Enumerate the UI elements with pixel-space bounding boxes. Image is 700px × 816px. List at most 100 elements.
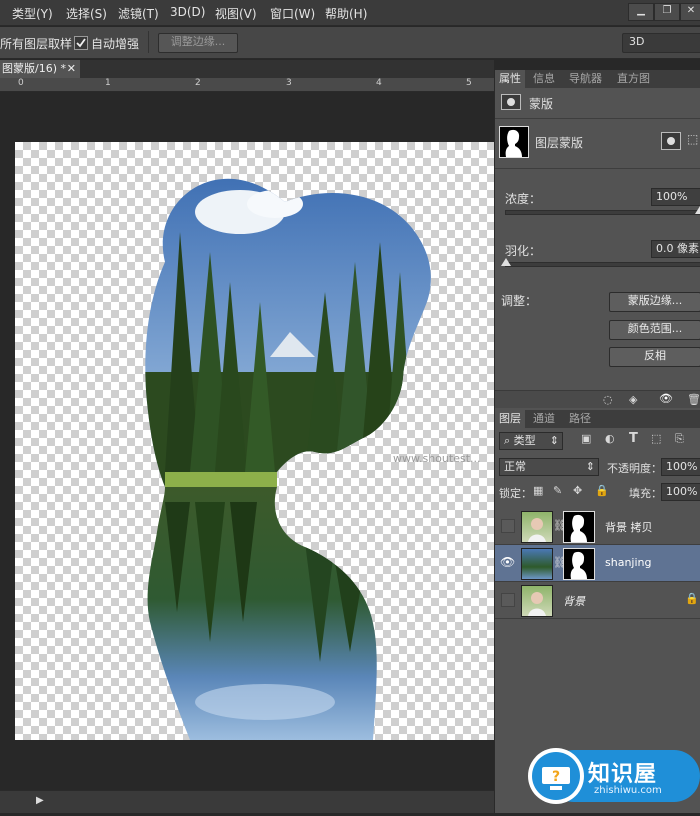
toggle-mask-icon[interactable]: 👁 xyxy=(659,392,673,405)
menu-type[interactable]: 类型(Y) xyxy=(12,5,53,22)
mask-edge-button[interactable]: 蒙版边缘... xyxy=(609,292,700,312)
tab-channels[interactable]: 通道 xyxy=(529,410,559,428)
menu-filter[interactable]: 滤镜(T) xyxy=(118,5,159,22)
tab-navigator[interactable]: 导航器 xyxy=(565,70,606,88)
sample-all-layers-label[interactable]: 所有图层取样 xyxy=(0,35,72,52)
blend-mode-select[interactable]: 正常 ⇕ xyxy=(499,458,599,476)
filter-pixel-icon[interactable]: ▣ xyxy=(581,432,591,445)
filter-type-icon[interactable]: T xyxy=(629,431,638,446)
eye-icon[interactable]: 👁 xyxy=(500,555,515,569)
layer-row[interactable]: ⛓ 背景 拷贝 xyxy=(495,508,700,545)
close-tab-icon[interactable]: ✕ xyxy=(67,60,76,78)
feather-label: 羽化： xyxy=(505,244,542,258)
layer-mask-thumbnail[interactable] xyxy=(563,548,595,580)
menu-3d[interactable]: 3D(D) xyxy=(170,5,205,19)
feather-input[interactable]: 0.0 像素 xyxy=(651,240,700,258)
lock-transparent-icon[interactable]: ▦ xyxy=(533,484,543,497)
ruler-tick: 3 xyxy=(286,78,292,88)
canvas-area[interactable]: www.shoutest... xyxy=(0,93,495,793)
properties-header: 蒙版 xyxy=(529,97,554,111)
auto-enhance-checkbox[interactable] xyxy=(74,36,88,50)
document-tab-bar: 图蒙版/16) * ✕ xyxy=(0,60,494,78)
opacity-input[interactable]: 100% xyxy=(661,458,700,476)
tab-info[interactable]: 信息 xyxy=(529,70,559,88)
delete-mask-icon[interactable]: 🗑 xyxy=(687,393,700,406)
menu-select[interactable]: 选择(S) xyxy=(66,5,107,22)
chevron-down-icon: ⇕ xyxy=(585,460,595,473)
svg-text:?: ? xyxy=(552,769,560,785)
ruler-tick: 2 xyxy=(195,78,201,88)
opacity-label: 不透明度： xyxy=(607,462,662,475)
silhouette-icon xyxy=(505,129,522,157)
filter-shape-icon[interactable]: ⬚ xyxy=(651,432,661,445)
density-slider[interactable] xyxy=(505,210,700,215)
select-pixel-mask-button[interactable] xyxy=(661,132,681,150)
layer-mask-thumbnail[interactable] xyxy=(563,511,595,543)
separator xyxy=(148,31,149,53)
tab-layers[interactable]: 图层 xyxy=(495,410,525,428)
canvas-watermark: www.shoutest... xyxy=(393,452,481,465)
divider xyxy=(495,118,700,119)
visibility-toggle[interactable] xyxy=(501,593,515,607)
density-slider-handle[interactable] xyxy=(695,206,700,214)
layer-thumbnail xyxy=(521,511,553,543)
portrait-icon xyxy=(528,592,546,616)
filter-smart-object-icon[interactable]: ⎘ xyxy=(675,432,684,446)
color-range-button[interactable]: 颜色范围... xyxy=(609,320,700,340)
fill-input[interactable]: 100% xyxy=(661,483,700,501)
properties-footer: ◌ ◈ 👁 🗑 xyxy=(495,390,700,408)
layer-row[interactable]: 👁 ⛓ shanjing xyxy=(495,545,700,582)
filter-adjustment-icon[interactable]: ◐ xyxy=(605,432,615,445)
layers-tab-bar: 图层 通道 路径 xyxy=(495,410,700,428)
lock-move-icon[interactable]: ✥ xyxy=(573,484,582,497)
invert-button[interactable]: 反相 xyxy=(609,347,700,367)
workspace-select[interactable]: 3D xyxy=(622,33,700,53)
close-button[interactable]: ✕ xyxy=(680,3,700,21)
lock-all-icon[interactable]: 🔒 xyxy=(595,484,609,497)
document-canvas[interactable]: www.shoutest... xyxy=(15,142,495,740)
document-tab-title: 图蒙版/16) * xyxy=(2,62,66,75)
document-tab[interactable]: 图蒙版/16) * ✕ xyxy=(0,60,80,78)
minimize-button[interactable]: ▁ xyxy=(628,3,654,21)
tab-properties[interactable]: 属性 xyxy=(495,70,525,88)
menu-help[interactable]: 帮助(H) xyxy=(325,5,367,22)
menu-view[interactable]: 视图(V) xyxy=(215,5,257,22)
layer-row[interactable]: 背景 🔒 xyxy=(495,582,700,619)
silhouette-icon xyxy=(570,551,587,579)
feather-slider-handle[interactable] xyxy=(501,258,511,266)
density-label: 浓度： xyxy=(505,192,542,206)
layer-filter-select[interactable]: ⌕ 类型 ⇕ xyxy=(499,432,563,450)
badge-title: 知识屋 xyxy=(588,762,658,787)
load-selection-icon[interactable]: ◌ xyxy=(603,393,613,406)
apply-mask-icon[interactable]: ◈ xyxy=(629,393,637,406)
restore-button[interactable]: ❐ xyxy=(654,3,680,21)
right-panel: 属性 信息 导航器 直方图 蒙版 图层蒙版 ⬚ 浓度： 100% 羽化： 0.0… xyxy=(494,70,700,813)
visibility-toggle[interactable] xyxy=(501,519,515,533)
refine-edge-button[interactable]: 调整边缘... xyxy=(158,33,238,53)
lock-label: 锁定： xyxy=(499,487,532,500)
play-icon[interactable]: ▶ xyxy=(36,795,44,806)
silhouette-icon xyxy=(570,514,587,542)
divider xyxy=(495,168,700,169)
layer-name[interactable]: shanjing xyxy=(605,556,651,569)
status-bar: ▶ xyxy=(0,790,494,813)
tab-paths[interactable]: 路径 xyxy=(565,410,595,428)
vector-mask-icon[interactable]: ⬚ xyxy=(687,132,698,146)
menu-window[interactable]: 窗口(W) xyxy=(270,5,315,22)
chevron-down-icon: ⇕ xyxy=(549,434,559,447)
lock-icon: 🔒 xyxy=(685,592,699,605)
layer-filter-value: 类型 xyxy=(513,434,536,447)
layer-name[interactable]: 背景 拷贝 xyxy=(605,519,653,535)
lock-paint-icon[interactable]: ✎ xyxy=(553,484,562,497)
check-icon xyxy=(76,38,86,48)
fill-label: 填充： xyxy=(629,487,662,500)
mask-type-label: 图层蒙版 xyxy=(535,136,584,150)
feather-slider[interactable] xyxy=(505,262,700,267)
layer-mask-thumbnail[interactable] xyxy=(499,126,529,158)
mask-icon xyxy=(501,94,521,110)
ruler-tick: 5 xyxy=(466,78,472,88)
tab-histogram[interactable]: 直方图 xyxy=(613,70,654,88)
layer-name[interactable]: 背景 xyxy=(563,593,585,609)
density-input[interactable]: 100% xyxy=(651,188,700,206)
site-logo-badge: ? 知识屋 zhishiwu.com xyxy=(528,740,700,813)
